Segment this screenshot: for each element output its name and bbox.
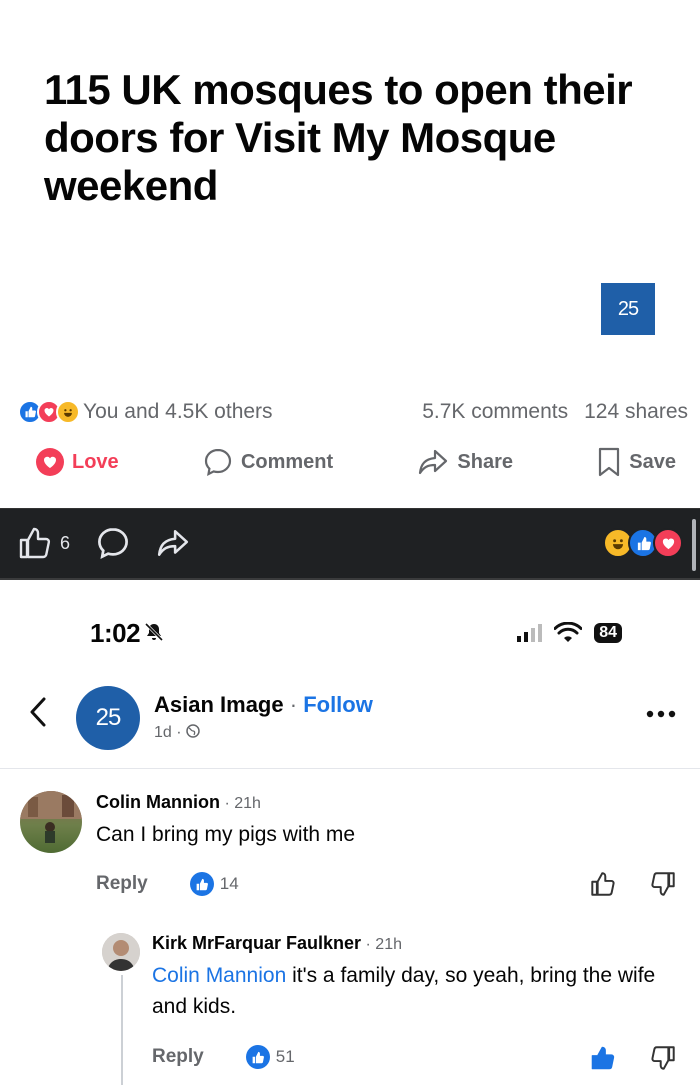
battery-icon: 84 (594, 623, 622, 643)
share-icon[interactable] (156, 528, 190, 558)
post-action-row: Love Comment Share Save (36, 444, 676, 480)
phone-status-bar: 1:02 84 (0, 582, 700, 677)
love-label: Love (72, 450, 119, 473)
share-button[interactable]: Share (417, 448, 513, 476)
comment-author[interactable]: Colin Mannion (96, 792, 220, 812)
brand-logo-badge: 25 (601, 283, 655, 335)
thumb-down-icon[interactable] (650, 871, 676, 897)
shares-count-text[interactable]: 124 shares (584, 400, 688, 424)
brand-logo-text: 25 (617, 297, 639, 320)
bell-muted-icon (144, 622, 164, 648)
page-avatar-text: 25 (95, 704, 122, 731)
thumb-up-icon[interactable] (590, 1045, 616, 1071)
comment-text: Colin Mannion it's a family day, so yeah… (152, 960, 672, 1022)
follow-button[interactable]: Follow (303, 692, 373, 717)
thumb-up-icon[interactable] (590, 871, 616, 897)
reply-button[interactable]: Reply (96, 873, 148, 895)
clock-time: 1:02 (90, 618, 141, 648)
comment-label: Comment (240, 450, 334, 473)
post-stats-row: You and 4.5K others 5.7K comments 124 sh… (18, 396, 688, 428)
dark-reaction-bar: 6 (0, 508, 700, 580)
signal-icon (517, 624, 543, 642)
comment-icon[interactable] (96, 526, 130, 560)
comment-like-count[interactable]: 14 (220, 874, 239, 894)
save-label: Save (629, 450, 676, 473)
post-headline[interactable]: 115 UK mosques to open their doors for V… (44, 66, 644, 210)
post-meta: 1d · (154, 724, 200, 742)
comment-time: · 21h (365, 936, 402, 953)
clock: 1:02 (90, 618, 164, 649)
comment-author[interactable]: Kirk MrFarquar Faulkner (152, 933, 361, 953)
mention-link[interactable]: Colin Mannion (152, 964, 286, 987)
love-button[interactable]: Love (36, 448, 119, 476)
reply-comment-item: Kirk MrFarquar Faulkner · 21h Colin Mann… (0, 915, 700, 1085)
love-icon (36, 448, 64, 476)
page-avatar[interactable]: 25 (76, 686, 140, 750)
share-label: Share (457, 450, 514, 473)
thumb-down-icon[interactable] (650, 1045, 676, 1071)
share-icon (419, 449, 448, 475)
reaction-summary-dark[interactable] (603, 528, 683, 558)
comment-like-count[interactable]: 51 (276, 1047, 295, 1067)
like-icon (189, 872, 214, 896)
save-button[interactable]: Save (597, 447, 676, 477)
like-count: 6 (60, 532, 71, 553)
commenter-avatar[interactable] (102, 933, 140, 971)
comment-icon (204, 448, 232, 476)
comment-button[interactable]: Comment (203, 447, 333, 477)
page-header: 25 Asian Image · Follow 1d · (0, 677, 700, 769)
comment-time: · 21h (224, 795, 261, 812)
reaction-summary[interactable] (18, 400, 80, 424)
separator-dot: · (289, 692, 298, 717)
like-icon (245, 1045, 270, 1069)
wifi-icon (554, 622, 583, 642)
comment-text: Can I bring my pigs with me (96, 823, 356, 846)
haha-icon (56, 400, 80, 424)
reply-button[interactable]: Reply (152, 1046, 204, 1068)
back-arrow-icon[interactable] (28, 695, 48, 737)
page-title: Asian Image · Follow (154, 692, 373, 718)
save-icon (599, 447, 620, 477)
scrollbar[interactable] (692, 519, 696, 571)
more-icon[interactable] (646, 693, 676, 725)
comment-item: Colin Mannion · 21h Can I bring my pigs … (0, 770, 700, 910)
commenter-avatar[interactable] (20, 791, 82, 853)
shared-post-card: 115 UK mosques to open their doors for V… (0, 0, 700, 508)
page-name-link[interactable]: Asian Image (154, 692, 284, 717)
love-icon (653, 528, 683, 558)
like-icon[interactable] (18, 526, 52, 560)
reactions-count-text[interactable]: You and 4.5K others (83, 400, 273, 424)
comments-count-text[interactable]: 5.7K comments (422, 400, 568, 424)
globe-icon (186, 724, 200, 738)
post-age[interactable]: 1d · (154, 724, 182, 741)
